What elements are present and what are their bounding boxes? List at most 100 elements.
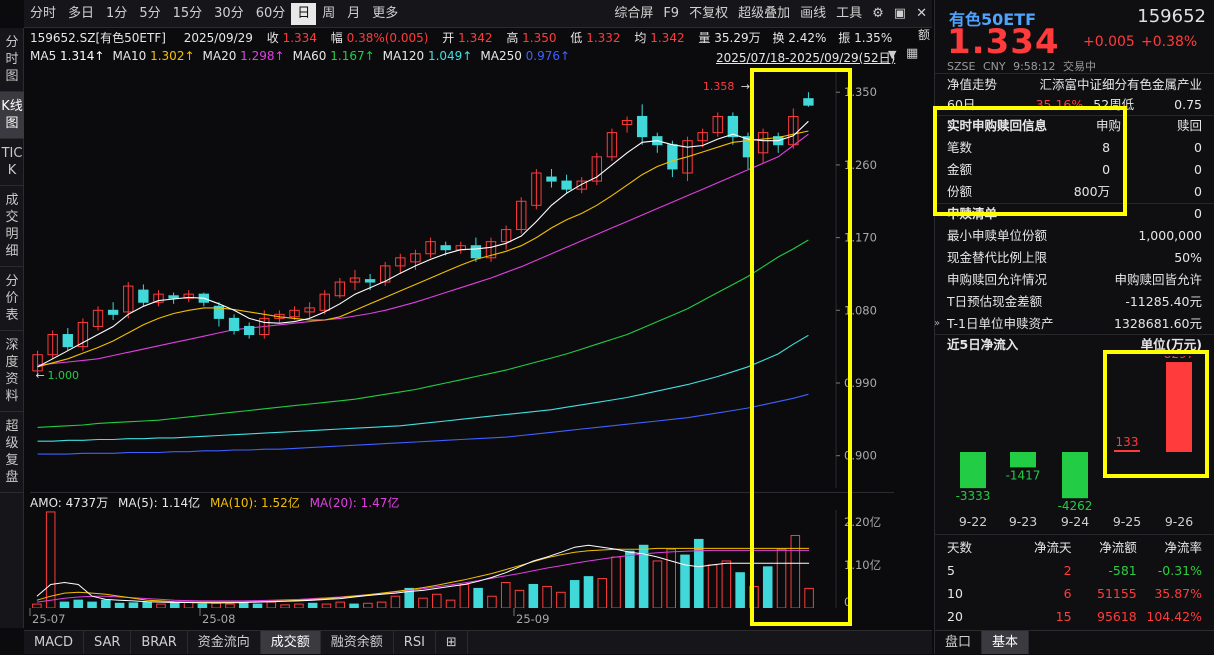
period-tab-9[interactable]: 月 bbox=[341, 3, 366, 25]
avg-value: 1.342 bbox=[650, 31, 684, 45]
candle bbox=[547, 177, 556, 181]
inflow-date-label: 9-24 bbox=[1061, 514, 1089, 529]
toolbar-btn-4[interactable]: 画线 bbox=[795, 3, 831, 25]
highlight-box-chart bbox=[750, 68, 852, 626]
period-tab-7[interactable]: 日 bbox=[291, 3, 316, 25]
etf-info-label: T-1日单位申赎资产 bbox=[947, 313, 1053, 334]
right-panel: 有色50ETF 159652 1.334 +0.005 +0.38% SZSE … bbox=[934, 0, 1214, 654]
period-tab-8[interactable]: 周 bbox=[316, 3, 341, 25]
close-icon[interactable]: ✕ bbox=[911, 3, 932, 25]
ma-value: 1.314↑ bbox=[60, 49, 104, 63]
x-tick-label: 25-08 bbox=[202, 612, 235, 626]
amount-bar bbox=[419, 598, 428, 608]
etf-info-value: 50% bbox=[1174, 247, 1202, 268]
flow-count: 2 bbox=[1006, 560, 1071, 581]
amount-bar bbox=[570, 581, 579, 608]
vol-label: 量 bbox=[698, 31, 710, 45]
range-dropdown-icon[interactable]: ▼ bbox=[888, 48, 896, 61]
left-nav-item-0[interactable]: 分时图 bbox=[0, 28, 24, 92]
ma-legend-item: MA60 1.167↑ bbox=[293, 49, 375, 63]
turn-value: 2.42% bbox=[788, 31, 826, 45]
sub-row-red: 0 bbox=[1194, 137, 1202, 158]
indicator-tab-4[interactable]: 成交额 bbox=[261, 631, 321, 654]
etf-info-row: T-1日单位申赎资产1328681.60元 bbox=[947, 313, 1202, 334]
flow-count: 6 bbox=[1006, 583, 1071, 604]
toolbar-btn-3[interactable]: 超级叠加 bbox=[733, 3, 795, 25]
toolbar-btn-5[interactable]: 工具 bbox=[831, 3, 867, 25]
amount-bar bbox=[102, 600, 111, 608]
swing-label: 振 bbox=[838, 31, 850, 45]
amount-bar bbox=[474, 588, 483, 608]
flow-rate: -0.31% bbox=[1137, 560, 1202, 581]
amount-bar bbox=[736, 573, 745, 608]
close-label: 收 bbox=[267, 31, 279, 45]
period-tab-10[interactable]: 更多 bbox=[366, 3, 404, 25]
inflow-value-label: -4262 bbox=[1058, 499, 1093, 513]
avg-label: 均 bbox=[634, 31, 646, 45]
flow-title: 近5日净流入 bbox=[947, 334, 1018, 355]
high-label: 高 bbox=[506, 31, 518, 45]
candle bbox=[562, 181, 571, 189]
period-tab-2[interactable]: 1分 bbox=[100, 3, 133, 25]
left-nav-item-5[interactable]: 深度资料 bbox=[0, 331, 24, 412]
flow-amount: 51155 bbox=[1072, 583, 1137, 604]
ma20-line bbox=[38, 134, 809, 365]
period-tab-5[interactable]: 30分 bbox=[208, 3, 250, 25]
left-nav-item-2[interactable]: TICK bbox=[0, 139, 24, 186]
period-tab-3[interactable]: 5分 bbox=[133, 3, 166, 25]
etf-change-pct: +0.38% bbox=[1141, 34, 1197, 50]
period-tab-4[interactable]: 15分 bbox=[167, 3, 209, 25]
indicator-tab-0[interactable]: MACD bbox=[24, 631, 84, 654]
period-tab-1[interactable]: 多日 bbox=[62, 3, 100, 25]
amo-ma20-line bbox=[37, 550, 809, 602]
etf-info-row: T日预估现金差额-11285.40元 bbox=[947, 291, 1202, 312]
ma-label: MA60 bbox=[293, 49, 331, 63]
inflow-bar bbox=[960, 452, 986, 488]
max-annotation: 1.358 bbox=[703, 80, 735, 93]
add-tab-icon[interactable]: ⊞ bbox=[436, 631, 468, 654]
etf-info-row: 申购赎回允许情况申购赎回皆允许 bbox=[947, 269, 1202, 290]
ma-value: 0.976↑ bbox=[526, 49, 570, 63]
indicator-tab-2[interactable]: BRAR bbox=[131, 631, 187, 654]
indicator-tab-3[interactable]: 资金流向 bbox=[188, 631, 261, 654]
period-tab-0[interactable]: 分时 bbox=[24, 3, 62, 25]
flow-table-row: 52-581-0.31% bbox=[947, 560, 1202, 581]
amo-ma20: MA(20): 1.47亿 bbox=[310, 496, 400, 510]
flow-col-header: 净流天 bbox=[1006, 537, 1071, 558]
amount-bar bbox=[74, 600, 83, 608]
toolbar-btn-0[interactable]: 综合屏 bbox=[609, 3, 658, 25]
indicator-tab-5[interactable]: 融资余额 bbox=[321, 631, 394, 654]
right-tab-0[interactable]: 盘口 bbox=[935, 631, 982, 654]
indicator-tab-1[interactable]: SAR bbox=[84, 631, 131, 654]
left-nav-item-6[interactable]: 超级复盘 bbox=[0, 412, 24, 493]
collapse-arrow-icon[interactable]: » bbox=[934, 318, 940, 329]
left-nav-item-4[interactable]: 分价表 bbox=[0, 267, 24, 331]
settings-grid-icon[interactable]: ▦ bbox=[906, 46, 918, 61]
toolbar-btn-2[interactable]: 不复权 bbox=[684, 3, 733, 25]
indicator-tabs: MACDSARBRAR资金流向成交额融资余额RSI⊞ bbox=[24, 630, 932, 654]
left-nav-item-3[interactable]: 成交明细 bbox=[0, 186, 24, 267]
inflow-date-label: 9-26 bbox=[1165, 514, 1193, 529]
ma-legend-item: MA20 1.298↑ bbox=[203, 49, 285, 63]
amo-ma5: MA(5): 1.14亿 bbox=[118, 496, 200, 510]
ma10-line bbox=[38, 131, 809, 367]
period-toolbar: 分时多日1分5分15分30分60分日周月更多 综合屏F9不复权超级叠加画线工具⚙▣… bbox=[24, 0, 932, 28]
gear-icon[interactable]: ⚙ bbox=[867, 3, 889, 25]
ma250-line bbox=[38, 394, 809, 454]
toolbar-btn-1[interactable]: F9 bbox=[658, 3, 684, 25]
amount-bar bbox=[460, 584, 469, 608]
candle bbox=[169, 296, 178, 298]
amount-side-button[interactable]: 额 bbox=[916, 26, 932, 43]
layout-icon[interactable]: ▣ bbox=[889, 3, 911, 25]
amount-bar bbox=[626, 551, 635, 608]
nav-row[interactable]: 净值走势 汇添富中证细分有色金属产业 bbox=[947, 74, 1202, 95]
vol-value: 35.29万 bbox=[714, 31, 760, 45]
date-range[interactable]: 2025/07/18-2025/09/29(52日) bbox=[716, 49, 895, 66]
etf-info-value: 申购赎回皆允许 bbox=[1114, 269, 1202, 290]
ma-legend-item: MA10 1.302↑ bbox=[112, 49, 194, 63]
left-nav-item-1[interactable]: K线图 bbox=[0, 92, 24, 139]
period-tab-6[interactable]: 60分 bbox=[250, 3, 292, 25]
indicator-tab-6[interactable]: RSI bbox=[394, 631, 436, 654]
high-value: 1.350 bbox=[522, 31, 556, 45]
right-tab-1[interactable]: 基本 bbox=[982, 631, 1029, 654]
